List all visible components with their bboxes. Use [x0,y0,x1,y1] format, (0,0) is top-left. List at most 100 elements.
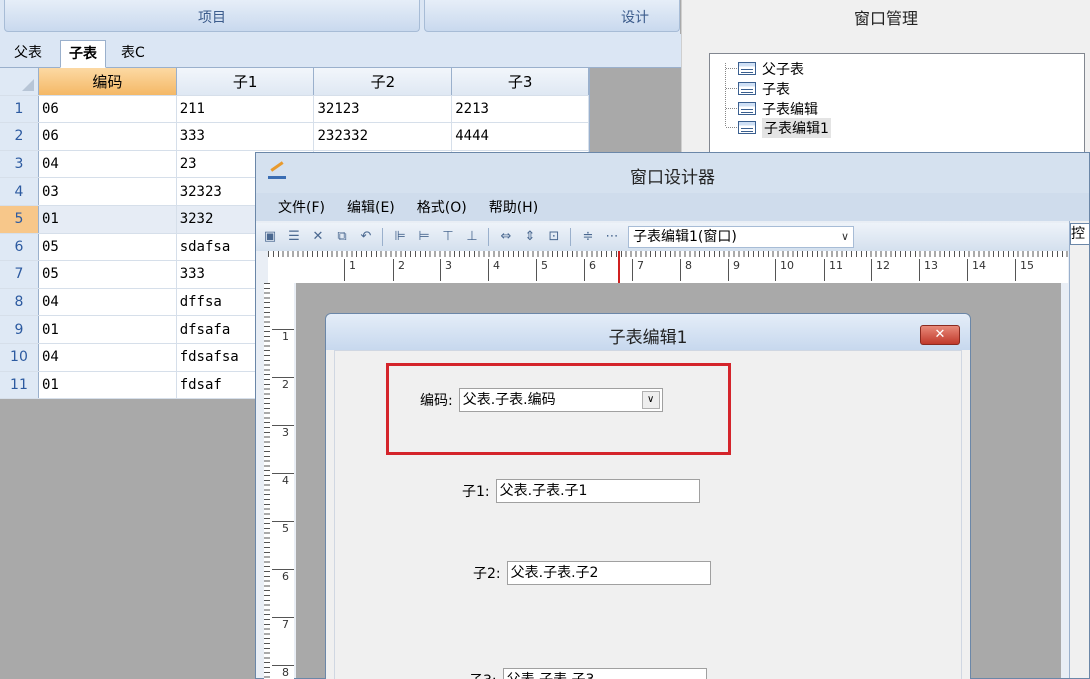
ruler-label: 2 [393,259,405,281]
ruler-label: 3 [440,259,452,281]
column-header[interactable]: 子3 [452,68,589,95]
table-cell[interactable]: 06 [39,123,177,150]
row-number[interactable]: 4 [0,178,39,205]
ribbon-group-design-label: 设计 [621,10,649,26]
ribbon-group-project-label: 项目 [198,10,226,26]
sub2-input[interactable]: 父表.子表.子2 [506,561,711,585]
column-header[interactable]: 子2 [314,68,453,95]
ruler-label: 6 [584,259,596,281]
tab-child[interactable]: 子表 [60,40,106,68]
table-cell[interactable]: 2213 [452,95,589,123]
table-cell[interactable]: 05 [39,233,177,261]
field-label: 子1: [462,484,490,500]
window-manager-title: 窗口管理 [853,9,918,28]
table-cell[interactable]: 232332 [314,123,453,150]
table-cell[interactable]: 32123 [314,95,453,123]
designer-toolbar: ▣ ☰ ✕ ⧉ ↶ ⊫ ⊨ ⊤ ⊥ ⇔ ⇕ ⊡ ≑ ⋯ 子表编辑1(窗口) ∨ [256,223,1089,251]
toolbar-separator [382,228,383,246]
table-cell[interactable]: 01 [39,371,177,399]
table-cell[interactable]: 333 [177,123,315,150]
ruler-label: 1 [272,329,294,343]
menu-file[interactable]: 文件(F) [278,197,325,217]
column-header[interactable]: 子1 [176,68,315,95]
ruler-label: 12 [871,259,890,281]
ribbon-group-design[interactable]: 设计 [424,0,680,32]
vertical-spacing-icon[interactable]: ≑ [578,228,598,246]
save-icon[interactable]: ▣ [260,228,280,246]
toolbar-separator [570,228,571,246]
tab-parent[interactable]: 父表 [6,40,50,68]
row-number[interactable]: 2 [0,123,39,150]
table-cell[interactable]: 211 [177,95,315,123]
grid-header: 编码 子1 子2 子3 [0,68,589,96]
sub1-input[interactable]: 父表.子表.子1 [495,479,700,503]
row-number[interactable]: 8 [0,288,39,316]
ribbon: 项目 设计 [0,0,680,34]
tree-item[interactable]: 子表 [726,79,790,98]
undo-icon[interactable]: ↶ [356,228,376,246]
table-row[interactable]: 2 06 333 232332 4444 [0,123,589,151]
menu-format[interactable]: 格式(O) [417,197,467,217]
same-height-icon[interactable]: ⇕ [520,228,540,246]
row-number[interactable]: 9 [0,316,39,343]
table-cell[interactable]: 01 [39,316,177,343]
table-cell[interactable]: 04 [39,288,177,316]
close-button[interactable]: ✕ [920,325,960,345]
ruler-label: 6 [272,569,294,583]
table-cell[interactable]: 01 [38,205,177,233]
window-tree: 父子表 子表 子表编辑 子表编辑1 [709,53,1085,163]
menu-help[interactable]: 帮助(H) [489,197,538,217]
align-left-icon[interactable]: ⊫ [390,228,410,246]
control-panel-tab[interactable]: 控 [1070,223,1090,245]
field-label: 子2: [473,566,501,582]
same-size-icon[interactable]: ⊡ [544,228,564,246]
table-cell[interactable]: 04 [39,150,177,178]
designer-title: 窗口设计器 [630,168,715,188]
vertical-ruler: 1 2 3 4 5 6 7 8 [264,283,294,679]
horizontal-spacing-icon[interactable]: ⋯ [602,228,622,246]
table-cell[interactable]: 4444 [452,123,589,150]
tree-item[interactable]: 父子表 [726,59,804,78]
designer-titlebar[interactable]: 窗口设计器 [256,153,1089,193]
ruler-label: 14 [967,259,986,281]
field-sub1[interactable]: 子1: 父表.子表.子1 [462,479,700,503]
field-sub2[interactable]: 子2: 父表.子表.子2 [473,561,711,585]
control-selector[interactable]: 子表编辑1(窗口) ∨ [628,226,854,248]
row-number[interactable]: 7 [0,261,39,288]
column-header[interactable]: 编码 [38,68,177,95]
row-number[interactable]: 3 [0,150,39,178]
form-titlebar[interactable]: 子表编辑1 ✕ [326,314,970,350]
align-top-icon[interactable]: ⊤ [438,228,458,246]
table-cell[interactable]: 06 [39,95,177,123]
ruler-label: 4 [272,473,294,487]
table-cell[interactable]: 04 [39,343,177,371]
ruler-label: 8 [272,665,294,679]
table-cell[interactable]: 05 [39,261,177,288]
row-number[interactable]: 5 [0,205,39,233]
row-number[interactable]: 1 [0,95,39,123]
select-all-corner[interactable] [0,68,39,95]
field-sub3[interactable]: 子3: 父表.子表.子3 [469,668,707,679]
control-panel-strip: 控 [1069,221,1090,678]
field-label: 子3: [469,670,497,679]
row-number[interactable]: 10 [0,343,39,371]
menu-edit[interactable]: 编辑(E) [347,197,395,217]
row-number[interactable]: 6 [0,233,39,261]
same-width-icon[interactable]: ⇔ [496,228,516,246]
table-cell[interactable]: 03 [39,178,177,205]
tree-item-selected[interactable]: 子表编辑1 [726,117,831,138]
table-row[interactable]: 1 06 211 32123 2213 [0,95,589,124]
ruler-label: 9 [728,259,740,281]
tree-line [725,63,726,126]
cut-icon[interactable]: ✕ [308,228,328,246]
row-number[interactable]: 11 [0,371,39,399]
sub3-input[interactable]: 父表.子表.子3 [502,668,707,679]
properties-icon[interactable]: ☰ [284,228,304,246]
align-right-icon[interactable]: ⊨ [414,228,434,246]
tree-item[interactable]: 子表编辑 [726,99,818,118]
ruler-label: 8 [680,259,692,281]
copy-icon[interactable]: ⧉ [332,228,352,246]
ribbon-group-project[interactable]: 项目 [4,0,420,32]
align-bottom-icon[interactable]: ⊥ [462,228,482,246]
tab-table-c[interactable]: 表C [113,40,153,68]
